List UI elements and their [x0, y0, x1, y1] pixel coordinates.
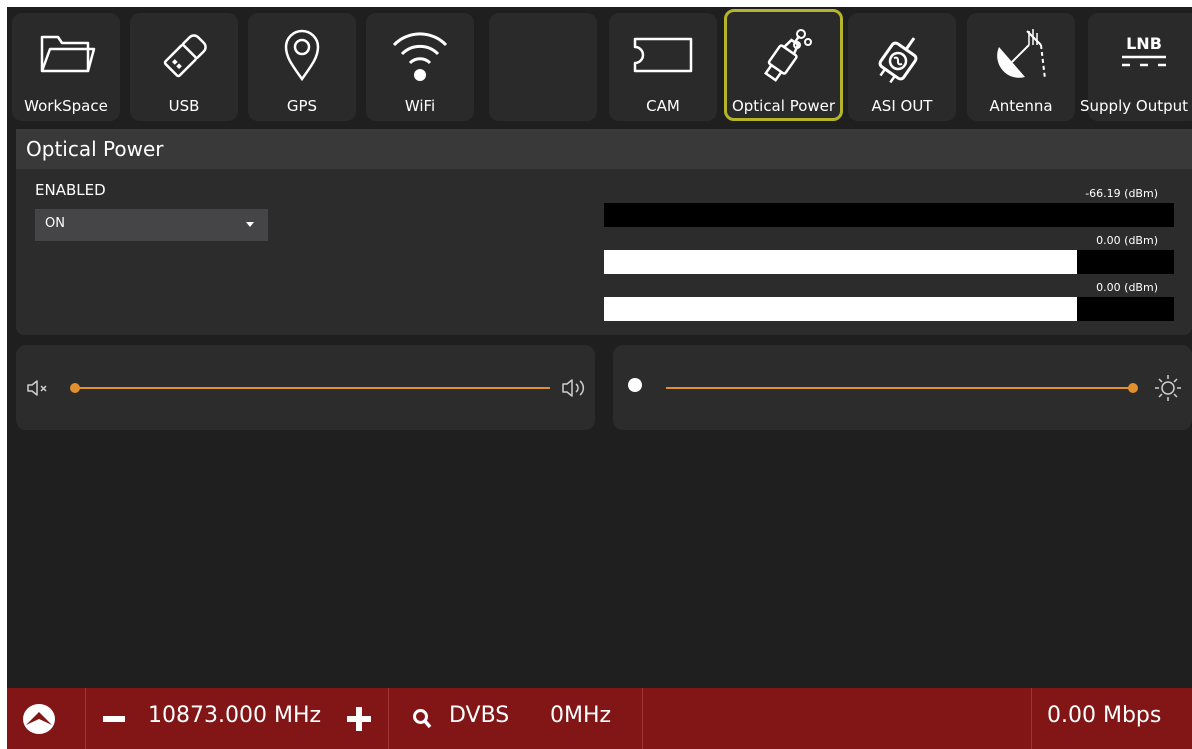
workspace-button[interactable]: WorkSpace: [12, 13, 120, 121]
volume-up-icon[interactable]: [561, 377, 591, 399]
cam-card-icon: [633, 37, 693, 73]
workspace-label: WorkSpace: [24, 97, 108, 115]
antenna-button[interactable]: Antenna: [967, 13, 1075, 121]
optical-power-button[interactable]: Optical Power: [724, 9, 843, 121]
volume-slider-knob[interactable]: [70, 383, 80, 393]
gps-button[interactable]: GPS: [248, 13, 356, 121]
brightness-slider-knob[interactable]: [1128, 383, 1138, 393]
asi-out-label: ASI OUT: [871, 97, 933, 115]
status-divider: [1031, 688, 1032, 749]
optical-power-label: Optical Power: [731, 97, 836, 115]
enabled-label: ENABLED: [35, 181, 106, 199]
antenna-label: Antenna: [989, 97, 1053, 115]
status-bar: 10873.000 MHz DVBS 0MHz 0.00 Mbps: [7, 688, 1192, 749]
panel-header: Optical Power: [16, 129, 1192, 169]
meter-3-fill: [604, 297, 1078, 321]
meter-3-value: 0.00 (dBm): [1096, 281, 1158, 294]
usb-button[interactable]: USB: [130, 13, 238, 121]
lnb-icon-text: LNB: [1126, 34, 1162, 53]
meter-1-value: -66.19 (dBm): [1085, 187, 1158, 200]
bitrate-value: 0.00 Mbps: [1047, 703, 1162, 728]
volume-mute-icon[interactable]: [26, 379, 50, 397]
brightness-slider[interactable]: [666, 387, 1133, 389]
wifi-button[interactable]: WiFi: [366, 13, 474, 121]
meter-1-bar: [604, 203, 1174, 227]
status-divider: [642, 688, 643, 749]
gps-label: GPS: [286, 97, 318, 115]
cam-button[interactable]: CAM: [609, 13, 717, 121]
brightness-card: [613, 345, 1192, 430]
volume-slider[interactable]: [75, 387, 550, 389]
caret-down-icon: [246, 222, 254, 227]
asi-out-button[interactable]: ASI OUT: [848, 13, 956, 121]
wifi-label: WiFi: [404, 97, 436, 115]
meter-2-bar: [604, 250, 1174, 274]
volume-card: [16, 345, 595, 430]
minus-icon[interactable]: [103, 716, 125, 722]
enabled-dropdown-value: ON: [45, 216, 65, 231]
usb-label: USB: [168, 97, 200, 115]
meter-3-bar: [604, 297, 1174, 321]
antenna-icon: [997, 29, 1046, 80]
status-divider: [388, 688, 389, 749]
meter-2-fill: [604, 250, 1078, 274]
status-divider: [85, 688, 86, 749]
optical-power-panel: Optical Power ENABLED ON -66.19 (dBm) 0.…: [16, 129, 1192, 335]
enabled-dropdown[interactable]: ON: [35, 209, 268, 241]
wifi-icon: [392, 32, 448, 81]
logo-icon[interactable]: [21, 703, 57, 735]
lnb-icon: LNB: [1122, 34, 1166, 67]
meter-2-value: 0.00 (dBm): [1096, 234, 1158, 247]
brightness-high-icon[interactable]: [1153, 373, 1183, 403]
empty-tile: [489, 13, 597, 121]
folder-icon: [40, 35, 96, 73]
cam-label: CAM: [646, 97, 680, 115]
asi-connector-icon: [878, 37, 918, 84]
standard-value: DVBS: [449, 703, 510, 728]
usb-icon: [163, 34, 207, 78]
frequency-value: 10873.000 MHz: [148, 703, 322, 728]
toolbar: WorkSpace USB GPS WiFi CAM Optical Power…: [7, 7, 1192, 125]
optical-connector-icon: [763, 29, 812, 82]
gps-pin-icon: [284, 29, 320, 82]
brightness-low-icon: [628, 378, 642, 392]
panel-title: Optical Power: [26, 137, 164, 161]
bandwidth-value: 0MHz: [550, 703, 612, 728]
search-icon[interactable]: [412, 708, 432, 730]
supply-output-button[interactable]: LNB Supply Output: [1080, 13, 1192, 121]
supply-output-label: Supply Output: [1080, 97, 1188, 115]
app-window: WorkSpace USB GPS WiFi CAM Optical Power…: [7, 7, 1192, 749]
plus-icon[interactable]: [347, 707, 371, 731]
